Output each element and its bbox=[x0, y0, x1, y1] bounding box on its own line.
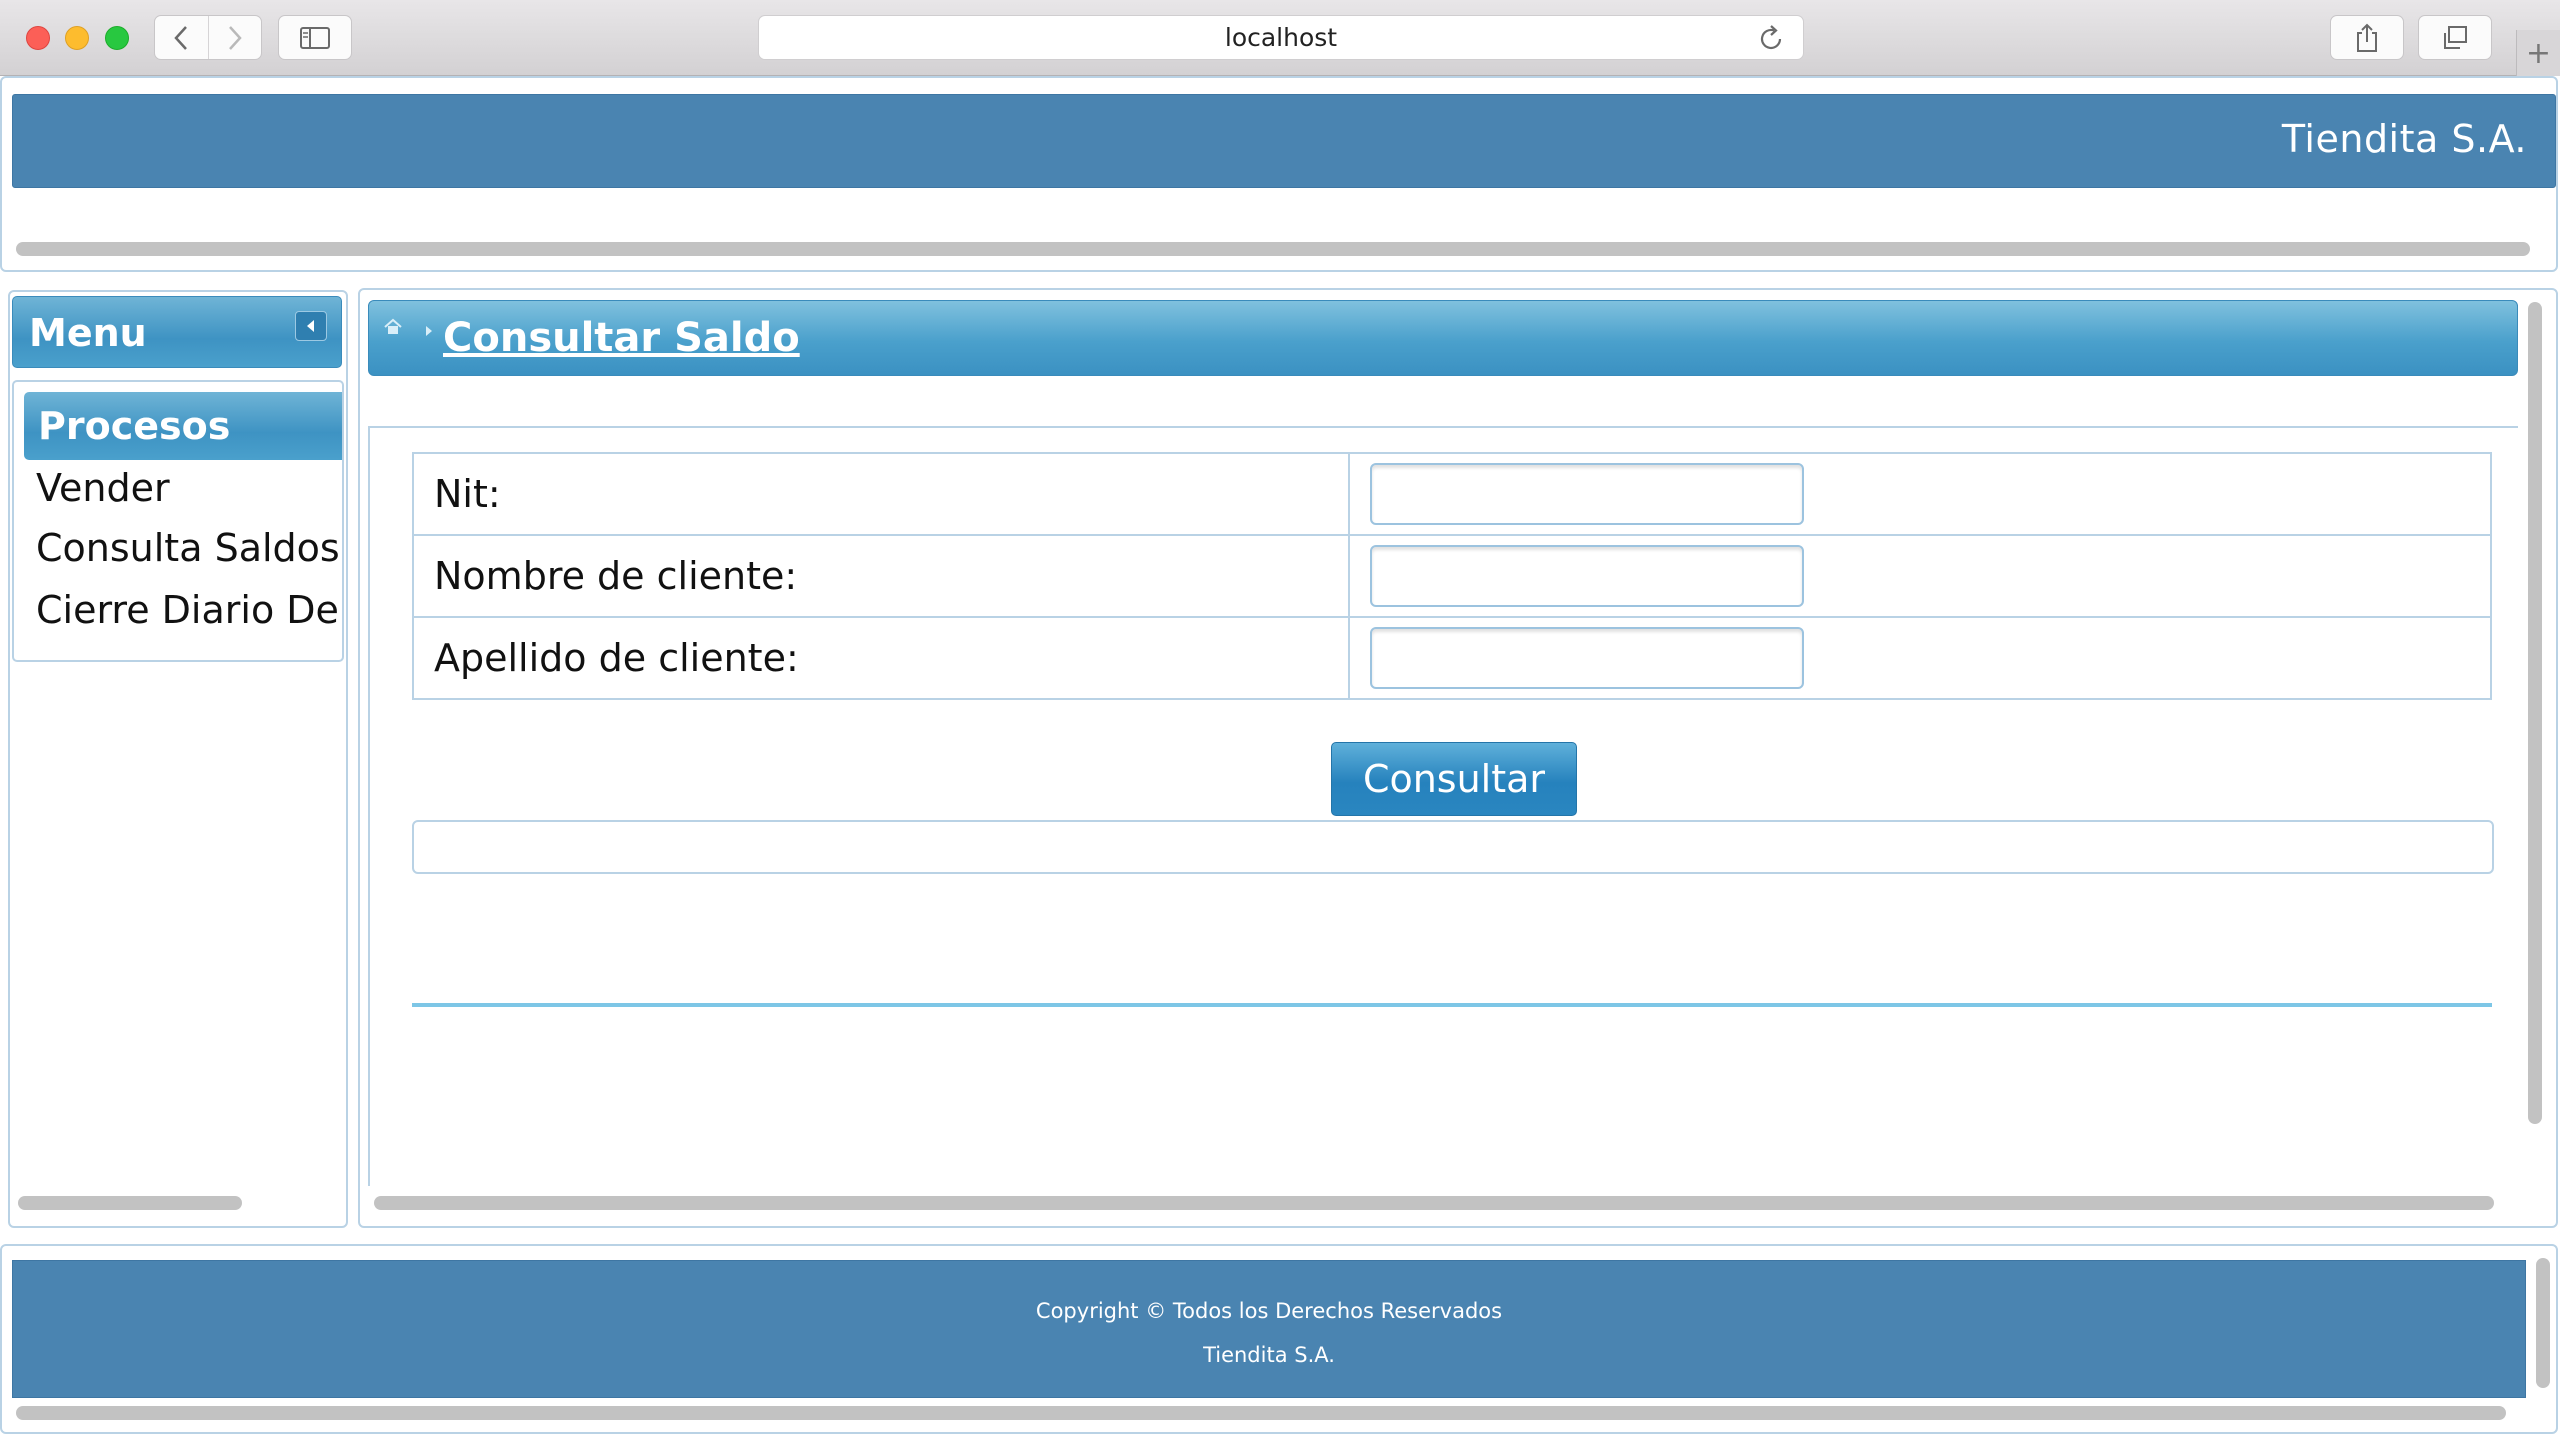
zoom-window-button[interactable] bbox=[105, 26, 129, 50]
breadcrumb-arrow-icon bbox=[426, 326, 432, 336]
footer-company: Tiendita S.A. bbox=[1203, 1343, 1335, 1367]
footer-banner: Copyright © Todos los Derechos Reservado… bbox=[12, 1260, 2526, 1398]
forward-button[interactable] bbox=[207, 16, 261, 59]
nombre-label: Nombre de cliente: bbox=[412, 534, 1350, 618]
nit-label: Nit: bbox=[412, 452, 1350, 536]
apellido-label: Apellido de cliente: bbox=[412, 616, 1350, 700]
menu-item-cierre-diario[interactable]: Cierre Diario De Caja bbox=[36, 588, 342, 632]
share-button[interactable] bbox=[2330, 15, 2404, 60]
minimize-window-button[interactable] bbox=[65, 26, 89, 50]
tabs-icon bbox=[2444, 25, 2467, 49]
collapse-menu-button[interactable] bbox=[295, 311, 327, 341]
tab-overview-button[interactable] bbox=[2418, 15, 2492, 60]
form-separator bbox=[412, 1003, 2492, 1007]
browser-toolbar: localhost + bbox=[0, 0, 2560, 76]
page-title-bar: Consultar Saldo bbox=[368, 300, 2518, 376]
url-text: localhost bbox=[1224, 23, 1338, 52]
chevron-right-icon bbox=[229, 25, 242, 50]
content-horizontal-scrollbar[interactable] bbox=[374, 1196, 2494, 1210]
footer-vertical-scrollbar[interactable] bbox=[2536, 1258, 2550, 1388]
menu-horizontal-scrollbar[interactable] bbox=[18, 1196, 242, 1210]
form-row-nit: Nit: bbox=[412, 452, 2492, 536]
plus-icon: + bbox=[2525, 35, 2552, 71]
section-title: Procesos bbox=[38, 404, 231, 448]
new-tab-button[interactable]: + bbox=[2516, 30, 2560, 76]
result-message-box bbox=[412, 820, 2494, 874]
history-nav bbox=[154, 15, 262, 60]
customer-search-form: Nit: Nombre de cliente: Apellido de clie… bbox=[412, 452, 2492, 700]
page-title[interactable]: Consultar Saldo bbox=[443, 315, 800, 361]
footer-panel: Copyright © Todos los Derechos Reservado… bbox=[0, 1244, 2558, 1434]
header-banner: Tiendita S.A. bbox=[12, 94, 2556, 188]
nombre-input[interactable] bbox=[1370, 545, 1804, 607]
menu-header: Menu bbox=[12, 296, 342, 368]
close-window-button[interactable] bbox=[26, 26, 50, 50]
menu-panel: Menu Procesos Vender Consulta Saldos Cie… bbox=[8, 290, 348, 1228]
company-name: Tiendita S.A. bbox=[2281, 117, 2527, 161]
form-row-apellido: Apellido de cliente: bbox=[412, 616, 2492, 700]
back-button[interactable] bbox=[155, 16, 208, 59]
footer-horizontal-scrollbar[interactable] bbox=[16, 1406, 2506, 1420]
menu-item-consulta-saldos[interactable]: Consulta Saldos bbox=[36, 526, 340, 570]
caret-left-icon bbox=[307, 320, 314, 332]
menu-item-vender[interactable]: Vender bbox=[36, 466, 170, 510]
copyright-text: Copyright © Todos los Derechos Reservado… bbox=[1035, 1299, 1503, 1323]
section-header-procesos[interactable]: Procesos bbox=[24, 392, 342, 460]
sidebar-icon bbox=[300, 26, 330, 49]
header-horizontal-scrollbar[interactable] bbox=[16, 242, 2530, 256]
sidebar-toggle-button[interactable] bbox=[278, 15, 352, 60]
menu-accordion: Procesos Vender Consulta Saldos Cierre D… bbox=[12, 380, 344, 662]
apellido-input[interactable] bbox=[1370, 627, 1804, 689]
chevron-left-icon bbox=[174, 25, 188, 50]
share-icon bbox=[2357, 23, 2377, 52]
consultar-button[interactable]: Consultar bbox=[1331, 742, 1577, 816]
address-bar[interactable]: localhost bbox=[758, 15, 1804, 60]
reload-icon[interactable] bbox=[1759, 24, 1785, 52]
content-vertical-scrollbar[interactable] bbox=[2528, 302, 2542, 1124]
header-panel: Tiendita S.A. bbox=[0, 76, 2558, 272]
menu-title: Menu bbox=[29, 311, 147, 355]
home-icon[interactable] bbox=[383, 317, 403, 337]
form-row-nombre: Nombre de cliente: bbox=[412, 534, 2492, 618]
nit-input[interactable] bbox=[1370, 463, 1804, 525]
